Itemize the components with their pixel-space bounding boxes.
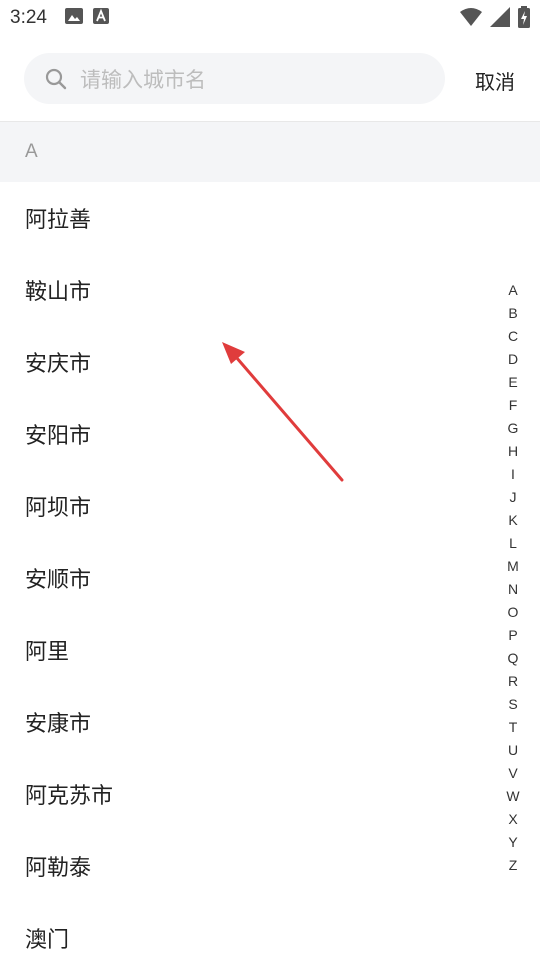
index-letter-i[interactable]: I <box>511 463 515 486</box>
index-letter-e[interactable]: E <box>508 371 517 394</box>
index-letter-q[interactable]: Q <box>508 647 519 670</box>
list-item[interactable]: 阿克苏市 <box>0 758 540 830</box>
search-placeholder: 请输入城市名 <box>80 67 206 92</box>
list-item[interactable]: 澳门 <box>0 902 540 974</box>
list-item[interactable]: 阿里 <box>0 614 540 686</box>
index-letter-c[interactable]: C <box>508 325 518 348</box>
list-item[interactable]: 安庆市 <box>0 326 540 398</box>
wifi-icon <box>460 7 482 32</box>
index-letter-d[interactable]: D <box>508 348 518 371</box>
status-bar: 3:24 <box>0 0 540 36</box>
index-letter-u[interactable]: U <box>508 739 518 762</box>
index-letter-b[interactable]: B <box>508 302 517 325</box>
status-right-icons <box>460 6 530 33</box>
index-letter-s[interactable]: S <box>508 693 517 716</box>
index-letter-l[interactable]: L <box>509 532 517 555</box>
index-letter-z[interactable]: Z <box>509 854 518 877</box>
alphabet-index-bar[interactable]: A B C D E F G H I J K L M N O P Q R S T … <box>503 279 523 877</box>
list-item[interactable]: 阿坝市 <box>0 470 540 542</box>
signal-icon <box>490 7 510 32</box>
section-header: A <box>0 122 540 182</box>
list-item[interactable]: 阿勒泰 <box>0 830 540 902</box>
search-icon <box>45 68 67 89</box>
list-item[interactable]: 阿拉善 <box>0 182 540 254</box>
index-letter-g[interactable]: G <box>508 417 519 440</box>
list-item[interactable]: 安顺市 <box>0 542 540 614</box>
index-letter-a[interactable]: A <box>508 279 517 302</box>
status-time: 3:24 <box>10 7 47 28</box>
index-letter-n[interactable]: N <box>508 578 518 601</box>
index-letter-j[interactable]: J <box>510 486 517 509</box>
index-letter-k[interactable]: K <box>508 509 517 532</box>
index-letter-h[interactable]: H <box>508 440 518 463</box>
list-item[interactable]: 安阳市 <box>0 398 540 470</box>
index-letter-v[interactable]: V <box>508 762 517 785</box>
cancel-button[interactable]: 取消 <box>475 66 515 95</box>
battery-icon <box>518 6 530 33</box>
index-letter-y[interactable]: Y <box>508 831 517 854</box>
search-row: 请输入城市名 取消 <box>0 36 540 122</box>
index-letter-f[interactable]: F <box>509 394 518 417</box>
index-letter-t[interactable]: T <box>509 716 518 739</box>
list-item[interactable]: 鞍山市 <box>0 254 540 326</box>
index-letter-o[interactable]: O <box>508 601 519 624</box>
a-box-icon <box>92 7 109 29</box>
search-input[interactable]: 请输入城市名 <box>24 53 445 104</box>
list-item[interactable]: 安康市 <box>0 686 540 758</box>
index-letter-m[interactable]: M <box>507 555 519 578</box>
index-letter-p[interactable]: P <box>508 624 517 647</box>
index-letter-w[interactable]: W <box>506 785 519 808</box>
index-letter-r[interactable]: R <box>508 670 518 693</box>
city-list: 阿拉善 鞍山市 安庆市 安阳市 阿坝市 安顺市 阿里 安康市 阿克苏市 阿勒泰 … <box>0 182 540 974</box>
image-icon <box>64 7 83 29</box>
index-letter-x[interactable]: X <box>508 808 517 831</box>
